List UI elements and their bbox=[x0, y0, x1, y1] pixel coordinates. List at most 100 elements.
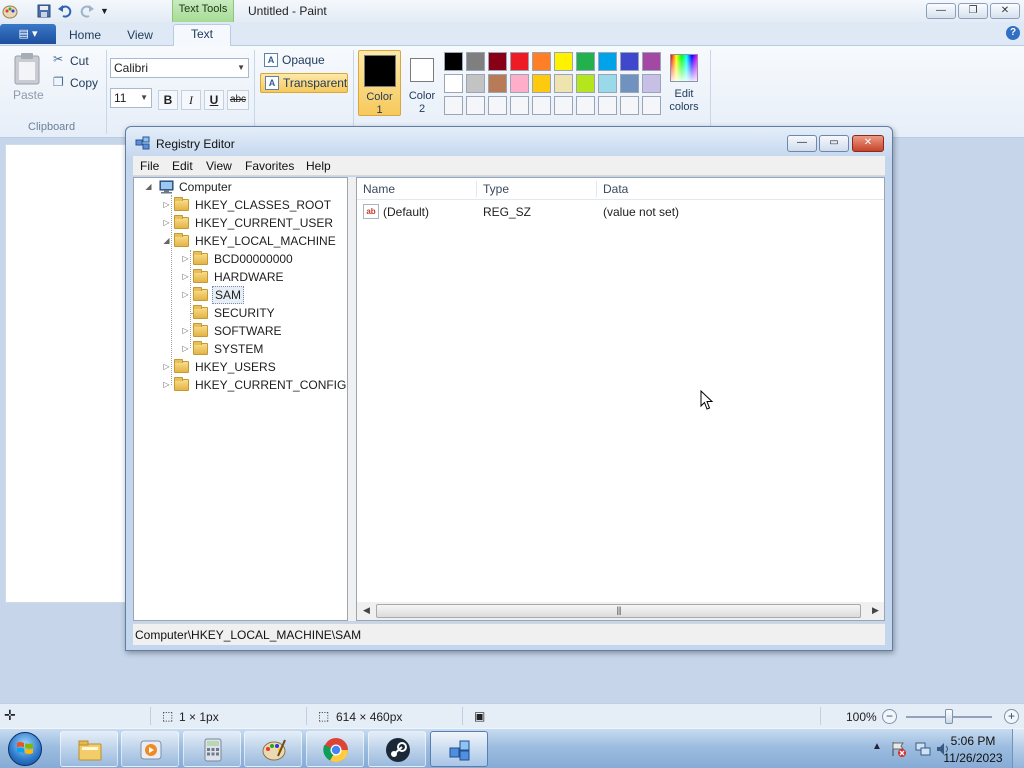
palette-color-swatch[interactable] bbox=[466, 74, 485, 93]
taskbar-calculator[interactable] bbox=[183, 731, 241, 767]
scroll-left-icon[interactable]: ◀ bbox=[363, 605, 370, 616]
column-divider[interactable] bbox=[596, 181, 597, 197]
palette-color-swatch[interactable] bbox=[488, 52, 507, 71]
regedit-close-button[interactable]: ✕ bbox=[852, 135, 884, 152]
color1-button[interactable]: Color 1 bbox=[358, 50, 401, 116]
opaque-button[interactable]: A Opaque bbox=[260, 51, 348, 71]
custom-color-slot[interactable] bbox=[576, 96, 595, 115]
expand-arrow-icon[interactable]: ▷ bbox=[162, 380, 171, 390]
expand-arrow-icon[interactable]: ▷ bbox=[181, 272, 190, 282]
show-hidden-icons-icon[interactable]: ▲ bbox=[872, 741, 882, 752]
taskbar-paint[interactable] bbox=[244, 731, 302, 767]
palette-color-swatch[interactable] bbox=[642, 74, 661, 93]
palette-color-swatch[interactable] bbox=[554, 74, 573, 93]
palette-color-swatch[interactable] bbox=[598, 74, 617, 93]
palette-color-swatch[interactable] bbox=[620, 52, 639, 71]
show-desktop-button[interactable] bbox=[1012, 729, 1024, 768]
expand-arrow-icon[interactable]: ▷ bbox=[162, 200, 171, 210]
palette-color-swatch[interactable] bbox=[444, 74, 463, 93]
expand-arrow-icon[interactable]: ▷ bbox=[181, 254, 190, 264]
font-size-select[interactable]: 11 ▼ bbox=[110, 88, 152, 108]
paint-minimize-button[interactable]: — bbox=[926, 3, 956, 19]
custom-color-slot[interactable] bbox=[620, 96, 639, 115]
paint-restore-button[interactable]: ❐ bbox=[958, 3, 988, 19]
menu-edit[interactable]: Edit bbox=[172, 159, 193, 173]
taskbar-steam[interactable] bbox=[368, 731, 426, 767]
paste-icon[interactable] bbox=[12, 52, 42, 86]
help-icon[interactable]: ? bbox=[1006, 26, 1020, 40]
start-button[interactable] bbox=[4, 730, 48, 768]
palette-color-swatch[interactable] bbox=[532, 74, 551, 93]
drawing-canvas[interactable] bbox=[5, 144, 137, 603]
collapse-arrow-icon[interactable]: ◢ bbox=[144, 182, 153, 192]
value-row-default[interactable]: ab (Default) REG_SZ (value not set) bbox=[361, 203, 881, 221]
regedit-maximize-button[interactable]: ▭ bbox=[819, 135, 849, 152]
scroll-right-icon[interactable]: ▶ bbox=[872, 605, 879, 616]
paste-button[interactable]: Paste bbox=[13, 88, 44, 102]
palette-color-swatch[interactable] bbox=[532, 52, 551, 71]
palette-color-swatch[interactable] bbox=[444, 52, 463, 71]
palette-color-swatch[interactable] bbox=[576, 52, 595, 71]
clock-date[interactable]: 11/26/2023 bbox=[940, 751, 1006, 765]
horizontal-scrollbar[interactable]: ◀ ||| ▶ bbox=[357, 602, 884, 620]
column-header-name[interactable]: Name bbox=[363, 182, 395, 196]
collapse-arrow-icon[interactable]: ◢ bbox=[162, 236, 171, 246]
cut-button[interactable]: Cut bbox=[70, 54, 89, 68]
taskbar-media-player[interactable] bbox=[121, 731, 179, 767]
zoom-out-button[interactable]: − bbox=[882, 709, 897, 724]
regedit-minimize-button[interactable]: — bbox=[787, 135, 817, 152]
tab-text[interactable]: Text bbox=[173, 24, 231, 47]
network-icon[interactable] bbox=[914, 740, 932, 758]
zoom-in-button[interactable]: + bbox=[1004, 709, 1019, 724]
clock-time[interactable]: 5:06 PM bbox=[940, 734, 1006, 748]
menu-favorites[interactable]: Favorites bbox=[245, 159, 294, 173]
custom-color-slot[interactable] bbox=[444, 96, 463, 115]
registry-tree-pane[interactable]: ◢ Computer ▷ HKEY_CLASSES_ROOT ▷ HKEY_CURRE… bbox=[133, 177, 348, 621]
edit-colors-button[interactable]: Edit colors bbox=[666, 52, 702, 114]
font-family-select[interactable]: Calibri ▼ bbox=[110, 58, 249, 78]
copy-button[interactable]: Copy bbox=[70, 76, 98, 90]
expand-arrow-icon[interactable]: ▷ bbox=[181, 290, 190, 300]
column-divider[interactable] bbox=[476, 181, 477, 197]
palette-color-swatch[interactable] bbox=[576, 74, 595, 93]
paint-menu-button[interactable]: ▤ ▾ bbox=[0, 24, 56, 44]
menu-help[interactable]: Help bbox=[306, 159, 331, 173]
palette-color-swatch[interactable] bbox=[488, 74, 507, 93]
expand-arrow-icon[interactable]: ▷ bbox=[162, 362, 171, 372]
qat-customize-icon[interactable]: ▼ bbox=[100, 6, 116, 22]
expand-arrow-icon[interactable]: ▷ bbox=[181, 344, 190, 354]
menu-view[interactable]: View bbox=[206, 159, 232, 173]
expand-arrow-icon[interactable]: ▷ bbox=[181, 326, 190, 336]
action-center-flag-icon[interactable] bbox=[890, 740, 908, 758]
pane-splitter[interactable] bbox=[348, 177, 356, 621]
tab-view[interactable]: View bbox=[118, 26, 162, 46]
paint-close-button[interactable]: ✕ bbox=[990, 3, 1020, 19]
custom-color-slot[interactable] bbox=[510, 96, 529, 115]
color2-button[interactable]: Color 2 bbox=[404, 50, 439, 116]
expand-arrow-icon[interactable]: ▷ bbox=[162, 218, 171, 228]
regedit-title-bar[interactable]: Registry Editor — ▭ ✕ bbox=[126, 127, 892, 157]
save-icon[interactable] bbox=[36, 3, 52, 19]
column-header-data[interactable]: Data bbox=[603, 182, 628, 196]
custom-color-slot[interactable] bbox=[466, 96, 485, 115]
taskbar-chrome[interactable] bbox=[306, 731, 364, 767]
custom-color-slot[interactable] bbox=[532, 96, 551, 115]
undo-icon[interactable] bbox=[57, 3, 73, 19]
palette-color-swatch[interactable] bbox=[620, 74, 639, 93]
column-header-type[interactable]: Type bbox=[483, 182, 509, 196]
menu-file[interactable]: File bbox=[140, 159, 159, 173]
palette-color-swatch[interactable] bbox=[598, 52, 617, 71]
custom-color-slot[interactable] bbox=[598, 96, 617, 115]
redo-icon[interactable] bbox=[79, 3, 95, 19]
palette-color-swatch[interactable] bbox=[510, 74, 529, 93]
custom-color-slot[interactable] bbox=[554, 96, 573, 115]
zoom-slider-thumb[interactable] bbox=[945, 709, 953, 724]
palette-color-swatch[interactable] bbox=[642, 52, 661, 71]
scrollbar-thumb[interactable]: ||| bbox=[376, 604, 861, 618]
palette-color-swatch[interactable] bbox=[466, 52, 485, 71]
taskbar-registry-editor[interactable] bbox=[430, 731, 488, 767]
bold-button[interactable]: B bbox=[158, 90, 178, 110]
transparent-button[interactable]: A Transparent bbox=[260, 73, 348, 93]
registry-values-pane[interactable]: Name Type Data ab (Default) REG_SZ (valu… bbox=[356, 177, 885, 621]
tab-home[interactable]: Home bbox=[62, 26, 108, 46]
